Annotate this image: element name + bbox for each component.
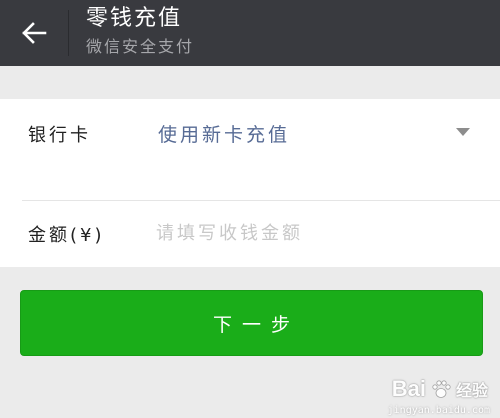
page-subtitle: 微信安全支付 [86,37,195,56]
next-step-button[interactable]: 下一步 [20,290,483,356]
back-button[interactable] [12,13,56,53]
paw-icon [432,380,451,398]
baidu-jingyan-watermark: Bai 经验 [392,376,488,402]
watermark-url: jingyan.baidu.com [387,405,490,416]
arrow-left-icon [22,22,47,44]
bank-card-select[interactable]: 使用新卡充值 [158,120,290,147]
page-title: 零钱充值 [86,6,183,31]
caret-down-icon[interactable] [452,125,474,139]
title-bar: 零钱充值 微信安全支付 [0,0,500,66]
watermark-suffix: 经验 [455,381,488,400]
amount-input[interactable] [156,215,476,251]
recharge-form: 银行卡 使用新卡充值 金额(¥) [0,99,500,267]
header-divider [68,10,69,56]
bank-card-row[interactable]: 银行卡 使用新卡充值 [0,99,500,201]
amount-row: 金额(¥) [0,201,500,267]
bank-card-label: 银行卡 [28,125,91,146]
recharge-screen: 零钱充值 微信安全支付 银行卡 使用新卡充值 金额(¥) 下一步 Bai [0,0,500,418]
amount-label: 金额(¥) [28,225,105,246]
watermark-brand: Bai [391,376,426,401]
